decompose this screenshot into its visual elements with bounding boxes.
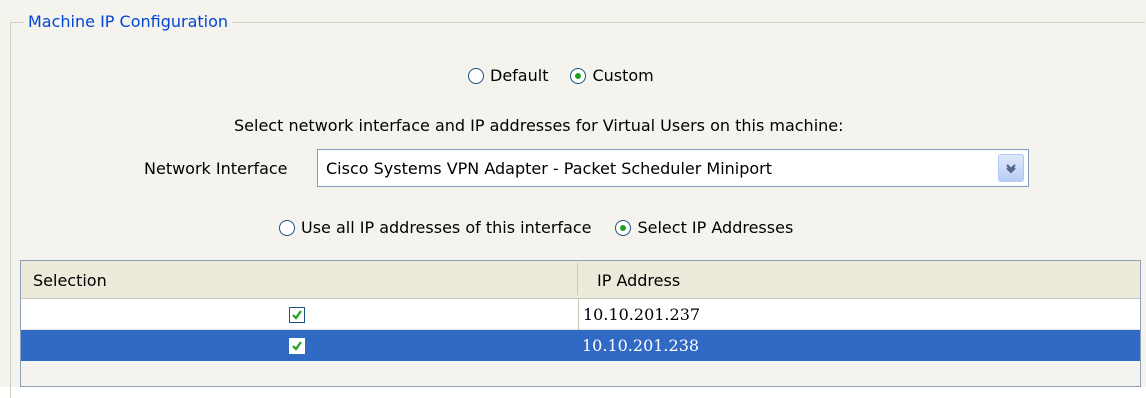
row-checkbox[interactable] [289, 307, 305, 323]
table-row[interactable]: 10.10.201.237 [21, 299, 1140, 330]
ip-mode-radio-group: Use all IP addresses of this interface S… [279, 218, 793, 238]
selection-cell[interactable] [21, 299, 577, 330]
use-all-ip-radio-option[interactable]: Use all IP addresses of this interface [279, 218, 591, 238]
table-header: Selection IP Address [21, 261, 1140, 299]
ip-address-table: Selection IP Address 10.10.201.237 10.10… [20, 260, 1141, 387]
column-header-selection[interactable]: Selection [33, 261, 107, 298]
column-divider[interactable] [577, 263, 578, 295]
machine-ip-config-panel: Machine IP Configuration Default Custom … [0, 0, 1146, 398]
network-interface-value: Cisco Systems VPN Adapter - Packet Sched… [326, 159, 773, 178]
network-interface-dropdown[interactable]: Cisco Systems VPN Adapter - Packet Sched… [317, 149, 1029, 187]
use-all-ip-radio-button[interactable] [279, 220, 295, 236]
dropdown-button[interactable] [998, 154, 1024, 182]
select-ip-radio-button[interactable] [615, 220, 632, 236]
mode-radio-group: Default Custom [468, 66, 654, 86]
chevron-down-icon [1006, 164, 1016, 173]
checkmark-icon [292, 310, 302, 320]
default-radio-button[interactable] [468, 68, 484, 84]
group-title: Machine IP Configuration [24, 12, 233, 32]
interface-prompt-text: Select network interface and IP addresse… [234, 116, 844, 135]
network-interface-label: Network Interface [144, 159, 288, 178]
selection-cell[interactable] [21, 330, 577, 361]
ip-address-cell[interactable]: 10.10.201.237 [578, 299, 1140, 330]
table-row-selected[interactable]: 10.10.201.238 [21, 330, 1140, 361]
use-all-ip-radio-label: Use all IP addresses of this interface [301, 218, 592, 237]
default-radio-label: Default [490, 66, 549, 85]
select-ip-radio-label: Select IP Addresses [637, 218, 794, 237]
row-checkbox[interactable] [289, 338, 305, 354]
custom-radio-button[interactable] [570, 68, 587, 84]
custom-radio-option[interactable]: Custom [570, 66, 654, 86]
select-ip-radio-option[interactable]: Select IP Addresses [615, 218, 793, 238]
ip-address-cell[interactable]: 10.10.201.238 [578, 330, 1140, 361]
checkmark-icon [292, 341, 302, 351]
column-header-ip-address[interactable]: IP Address [597, 261, 680, 298]
default-radio-option[interactable]: Default [468, 66, 548, 86]
custom-radio-label: Custom [592, 66, 654, 85]
